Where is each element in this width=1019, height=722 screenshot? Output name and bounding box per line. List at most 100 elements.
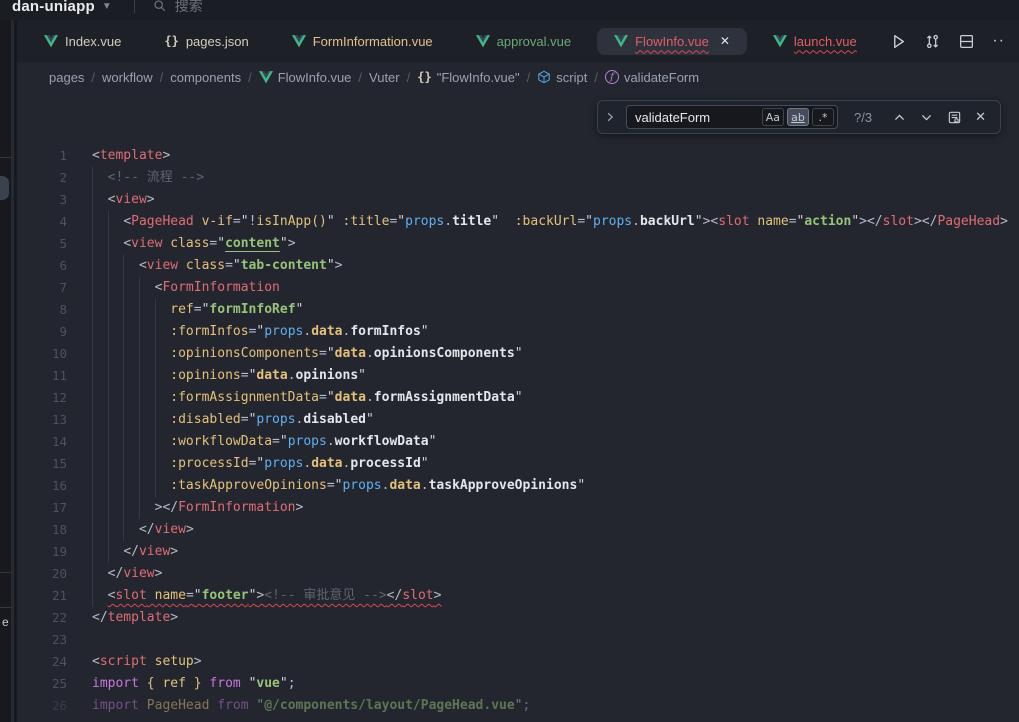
sidebar-strip[interactable]: e — [0, 20, 14, 722]
breadcrumb-item[interactable]: FlowInfo.vue — [259, 70, 352, 85]
indent-guide — [108, 453, 124, 475]
breadcrumb-item[interactable]: script — [537, 70, 587, 85]
code-line-20[interactable]: 20</view> — [17, 563, 1019, 585]
indent-guide — [108, 233, 124, 255]
code-area[interactable]: 1<template>2<!-- 流程 -->3<view>4<PageHead… — [17, 92, 1019, 717]
line-number: 16 — [17, 475, 67, 497]
divider — [0, 157, 12, 158]
find-query[interactable]: validateForm — [635, 110, 759, 125]
indent-guide — [108, 321, 124, 343]
code-line-3[interactable]: 3<view> — [17, 189, 1019, 211]
indent-guide — [108, 387, 124, 409]
compare-changes-icon[interactable] — [924, 33, 941, 50]
indent-guide — [108, 541, 124, 563]
breadcrumb-item[interactable]: fvalidateForm — [605, 70, 699, 85]
close-tab-icon[interactable]: ✕ — [720, 34, 730, 48]
tab-label: launch.vue — [794, 34, 857, 49]
code-line-7[interactable]: 7<FormInformation — [17, 277, 1019, 299]
indent-guide — [139, 365, 155, 387]
vue-icon — [614, 35, 628, 48]
code-line-14[interactable]: 14:workflowData="props.workflowData" — [17, 431, 1019, 453]
code-line-9[interactable]: 9:formInfos="props.data.formInfos" — [17, 321, 1019, 343]
more-actions-icon[interactable]: ·· — [992, 32, 1005, 50]
code-text: </view> — [92, 519, 194, 541]
code-line-24[interactable]: 24 <script setup> — [17, 651, 1019, 673]
global-search[interactable]: 搜索 — [153, 0, 203, 16]
editor-actions: ·· — [890, 32, 1009, 50]
project-selector[interactable]: dan-uniapp — [12, 0, 95, 15]
find-widget: validateForm Aaab.* ?/3 ✕ — [597, 100, 1001, 134]
indent-guide — [123, 519, 139, 541]
code-line-5[interactable]: 5<view class="content"> — [17, 233, 1019, 255]
find-option-regex[interactable]: .* — [812, 108, 834, 126]
indent-guide — [92, 497, 108, 519]
tab-pages-json[interactable]: {}pages.json — [147, 28, 265, 55]
tab-label: FlowInfo.vue — [635, 34, 709, 49]
tab-forminformation-vue[interactable]: FormInformation.vue — [275, 28, 450, 55]
code-editor[interactable]: validateForm Aaab.* ?/3 ✕ 1<template>2<!… — [17, 92, 1019, 722]
code-text: <script setup> — [92, 651, 202, 673]
breadcrumb-item[interactable]: components — [170, 70, 241, 85]
code-line-23[interactable]: 23 — [17, 629, 1019, 651]
breadcrumb-separator: / — [527, 70, 531, 85]
code-line-12[interactable]: 12:formAssignmentData="data.formAssignme… — [17, 387, 1019, 409]
code-line-4[interactable]: 4<PageHead v-if="!isInApp()" :title="pro… — [17, 211, 1019, 233]
code-line-25[interactable]: 25import { ref } from "vue"; — [17, 673, 1019, 695]
breadcrumb-item[interactable]: Vuter — [369, 70, 400, 85]
split-editor-icon[interactable] — [958, 33, 975, 50]
code-text: <template> — [92, 145, 170, 167]
code-line-16[interactable]: 16:taskApproveOpinions="props.data.taskA… — [17, 475, 1019, 497]
code-line-13[interactable]: 13:disabled="props.disabled" — [17, 409, 1019, 431]
breadcrumb-item[interactable]: pages — [49, 70, 84, 85]
find-in-selection-icon[interactable] — [944, 110, 965, 125]
code-line-1[interactable]: 1<template> — [17, 145, 1019, 167]
indent-guide — [92, 409, 108, 431]
code-line-6[interactable]: 6<view class="tab-content"> — [17, 255, 1019, 277]
tab-approval-vue[interactable]: approval.vue — [459, 28, 588, 55]
indent-guide — [139, 277, 155, 299]
code-line-2[interactable]: 2<!-- 流程 --> — [17, 167, 1019, 189]
code-text: <view class="content"> — [92, 233, 296, 255]
code-line-22[interactable]: 22</template> — [17, 607, 1019, 629]
toggle-replace-icon[interactable] — [602, 111, 618, 123]
close-find-icon[interactable]: ✕ — [973, 109, 988, 125]
code-line-26[interactable]: 26import PageHead from "@/components/lay… — [17, 695, 1019, 717]
indent-guide — [139, 387, 155, 409]
line-number: 19 — [17, 541, 67, 563]
run-icon[interactable] — [890, 33, 907, 50]
tab-index-vue[interactable]: Index.vue — [27, 28, 138, 55]
code-line-15[interactable]: 15:processId="props.data.processId" — [17, 453, 1019, 475]
tab-label: pages.json — [186, 34, 249, 49]
vue-icon — [44, 35, 58, 48]
code-line-17[interactable]: 17></FormInformation> — [17, 497, 1019, 519]
indent-guide — [92, 365, 108, 387]
code-text: :workflowData="props.workflowData" — [92, 431, 436, 453]
next-match-icon[interactable] — [917, 111, 936, 124]
tab-launch-vue[interactable]: launch.vue — [756, 28, 874, 55]
previous-match-icon[interactable] — [890, 111, 909, 124]
find-option-match-case[interactable]: Aa — [762, 108, 784, 126]
code-line-10[interactable]: 10:opinionsComponents="data.opinionsComp… — [17, 343, 1019, 365]
find-input[interactable]: validateForm Aaab.* — [626, 105, 838, 129]
code-line-11[interactable]: 11:opinions="data.opinions" — [17, 365, 1019, 387]
breadcrumb-label: pages — [49, 70, 84, 85]
indent-guide — [123, 277, 139, 299]
sidebar-selected-item[interactable] — [0, 176, 9, 200]
braces-icon: {} — [417, 70, 431, 84]
tab-flowinfo-vue[interactable]: FlowInfo.vue ✕ — [597, 28, 747, 55]
indent-guide — [139, 497, 155, 519]
code-line-18[interactable]: 18</view> — [17, 519, 1019, 541]
code-line-19[interactable]: 19 </view> — [17, 541, 1019, 563]
indent-guide — [92, 233, 108, 255]
breadcrumb-item[interactable]: workflow — [102, 70, 153, 85]
code-text: </view> — [92, 541, 178, 563]
breadcrumb-separator: / — [160, 70, 164, 85]
code-text: :formAssignmentData="data.formAssignment… — [92, 387, 523, 409]
line-number: 24 — [17, 651, 67, 673]
breadcrumb-item[interactable]: {}"FlowInfo.vue" — [417, 70, 519, 85]
code-line-8[interactable]: 8ref="formInfoRef" — [17, 299, 1019, 321]
indent-guide — [139, 299, 155, 321]
find-option-whole-word[interactable]: ab — [787, 108, 809, 126]
code-line-21[interactable]: 21<slot name="footer"><!-- 审批意见 --></slo… — [17, 585, 1019, 607]
module-icon — [537, 70, 551, 84]
